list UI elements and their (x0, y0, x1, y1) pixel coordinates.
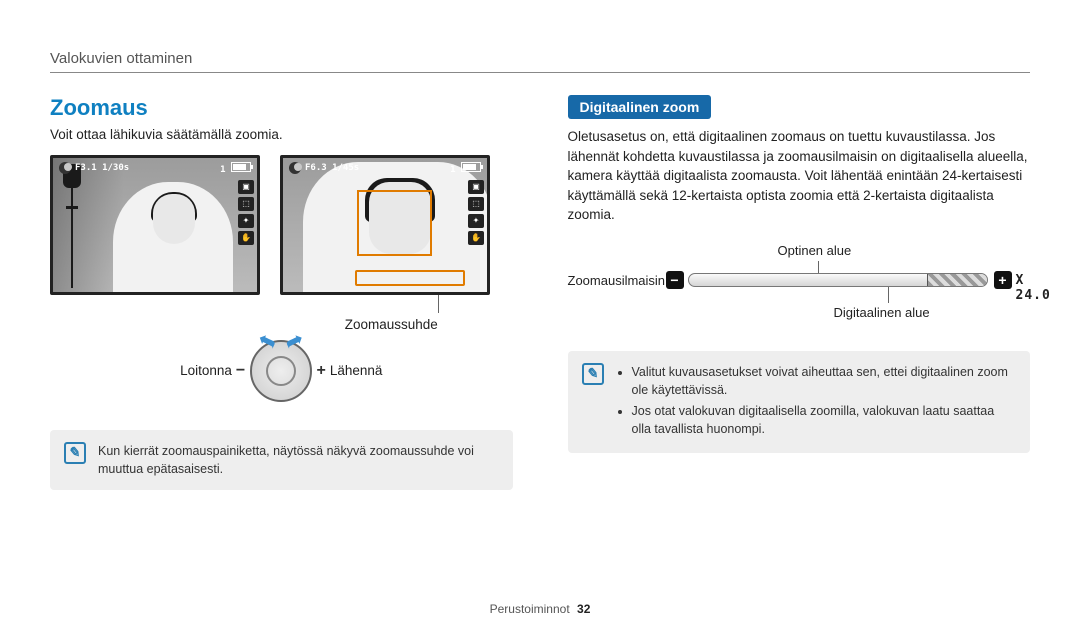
section-title-zoom: Zoomaus (50, 95, 513, 121)
digital-zoom-heading: Digitaalinen zoom (568, 95, 712, 119)
battery-icon (231, 162, 251, 172)
zoom-bar (688, 273, 988, 287)
mode-icon (59, 162, 71, 174)
zoom-ratio-bar (355, 270, 465, 286)
zoom-dial-row: Loitonna ➦ ➦ − + Lähennä (50, 340, 513, 402)
note-item: Jos otat valokuvan digitaalisella zoomil… (632, 402, 1017, 438)
note-box: ✎ Valitut kuvausasetukset voivat aiheutt… (568, 351, 1031, 454)
note-list: Valitut kuvausasetukset voivat aiheuttaa… (616, 363, 1017, 442)
digital-range-label: Digitaalinen alue (834, 305, 930, 320)
intro-text: Voit ottaa lähikuvia säätämällä zoomia. (50, 125, 513, 145)
plus-icon: + (317, 362, 326, 380)
viewfinder-wide: F3.1 1/30s 1 ▣ ⬚ ✦ ✋ (50, 155, 260, 295)
exposure-info-2: F6.3 1/45s (305, 163, 359, 173)
right-column: Digitaalinen zoom Oletusasetus on, että … (568, 95, 1031, 490)
digital-zone (927, 274, 987, 286)
footer-section: Perustoiminnot (490, 602, 570, 616)
shot-count: 1 (220, 165, 225, 175)
note-text: Kun kierrät zoomauspainiketta, näytössä … (98, 442, 499, 478)
minus-icon: − (666, 271, 684, 289)
face-detect-box (357, 190, 432, 256)
osd-icon: ⬚ (238, 197, 254, 211)
exposure-info-1: F3.1 1/30s (75, 163, 129, 173)
note-box: ✎ Kun kierrät zoomauspainiketta, näytöss… (50, 430, 513, 490)
osd-icon: ✋ (468, 231, 484, 245)
page-number: 32 (577, 602, 590, 616)
osd-icon: ✦ (238, 214, 254, 228)
mode-icon (289, 162, 301, 174)
osd-icon: ⬚ (468, 197, 484, 211)
optical-range-label: Optinen alue (778, 243, 852, 258)
zoom-in-label: Lähennä (330, 363, 383, 378)
osd-icon: ✋ (238, 231, 254, 245)
left-column: Zoomaus Voit ottaa lähikuvia säätämällä … (50, 95, 513, 490)
osd-icon: ✦ (468, 214, 484, 228)
minus-icon: − (236, 362, 245, 380)
zoom-indicator-diagram: Optinen alue Zoomausilmaisin − + X 24.0 … (568, 243, 1031, 323)
breadcrumb: Valokuvien ottaminen (50, 50, 1030, 67)
zoom-ratio-label: Zoomaussuhde (270, 317, 513, 332)
viewfinder-tele: F6.3 1/45s 1 ▣ ⬚ ✦ ✋ (280, 155, 490, 295)
zoom-dial[interactable]: ➦ ➦ − + (250, 340, 312, 402)
viewfinder-row: F3.1 1/30s 1 ▣ ⬚ ✦ ✋ F6.3 1/45s 1 (50, 155, 513, 295)
osd-icon: ▣ (468, 180, 484, 194)
note-icon: ✎ (64, 442, 86, 464)
zoom-max-value: X 24.0 (1016, 273, 1051, 303)
zoom-indicator-label: Zoomausilmaisin (568, 273, 666, 288)
note-icon: ✎ (582, 363, 604, 385)
callout-line (888, 287, 889, 303)
page-footer: Perustoiminnot 32 (0, 602, 1080, 616)
note-item: Valitut kuvausasetukset voivat aiheuttaa… (632, 363, 1017, 399)
zoom-out-label: Loitonna (180, 363, 232, 378)
battery-icon (461, 162, 481, 172)
plus-icon: + (994, 271, 1012, 289)
osd-icon: ▣ (238, 180, 254, 194)
callout-line (818, 261, 819, 273)
header-rule (50, 72, 1030, 73)
digital-zoom-body: Oletusasetus on, että digitaalinen zooma… (568, 127, 1031, 225)
shot-count: 1 (450, 165, 455, 175)
callout-line (438, 295, 513, 313)
